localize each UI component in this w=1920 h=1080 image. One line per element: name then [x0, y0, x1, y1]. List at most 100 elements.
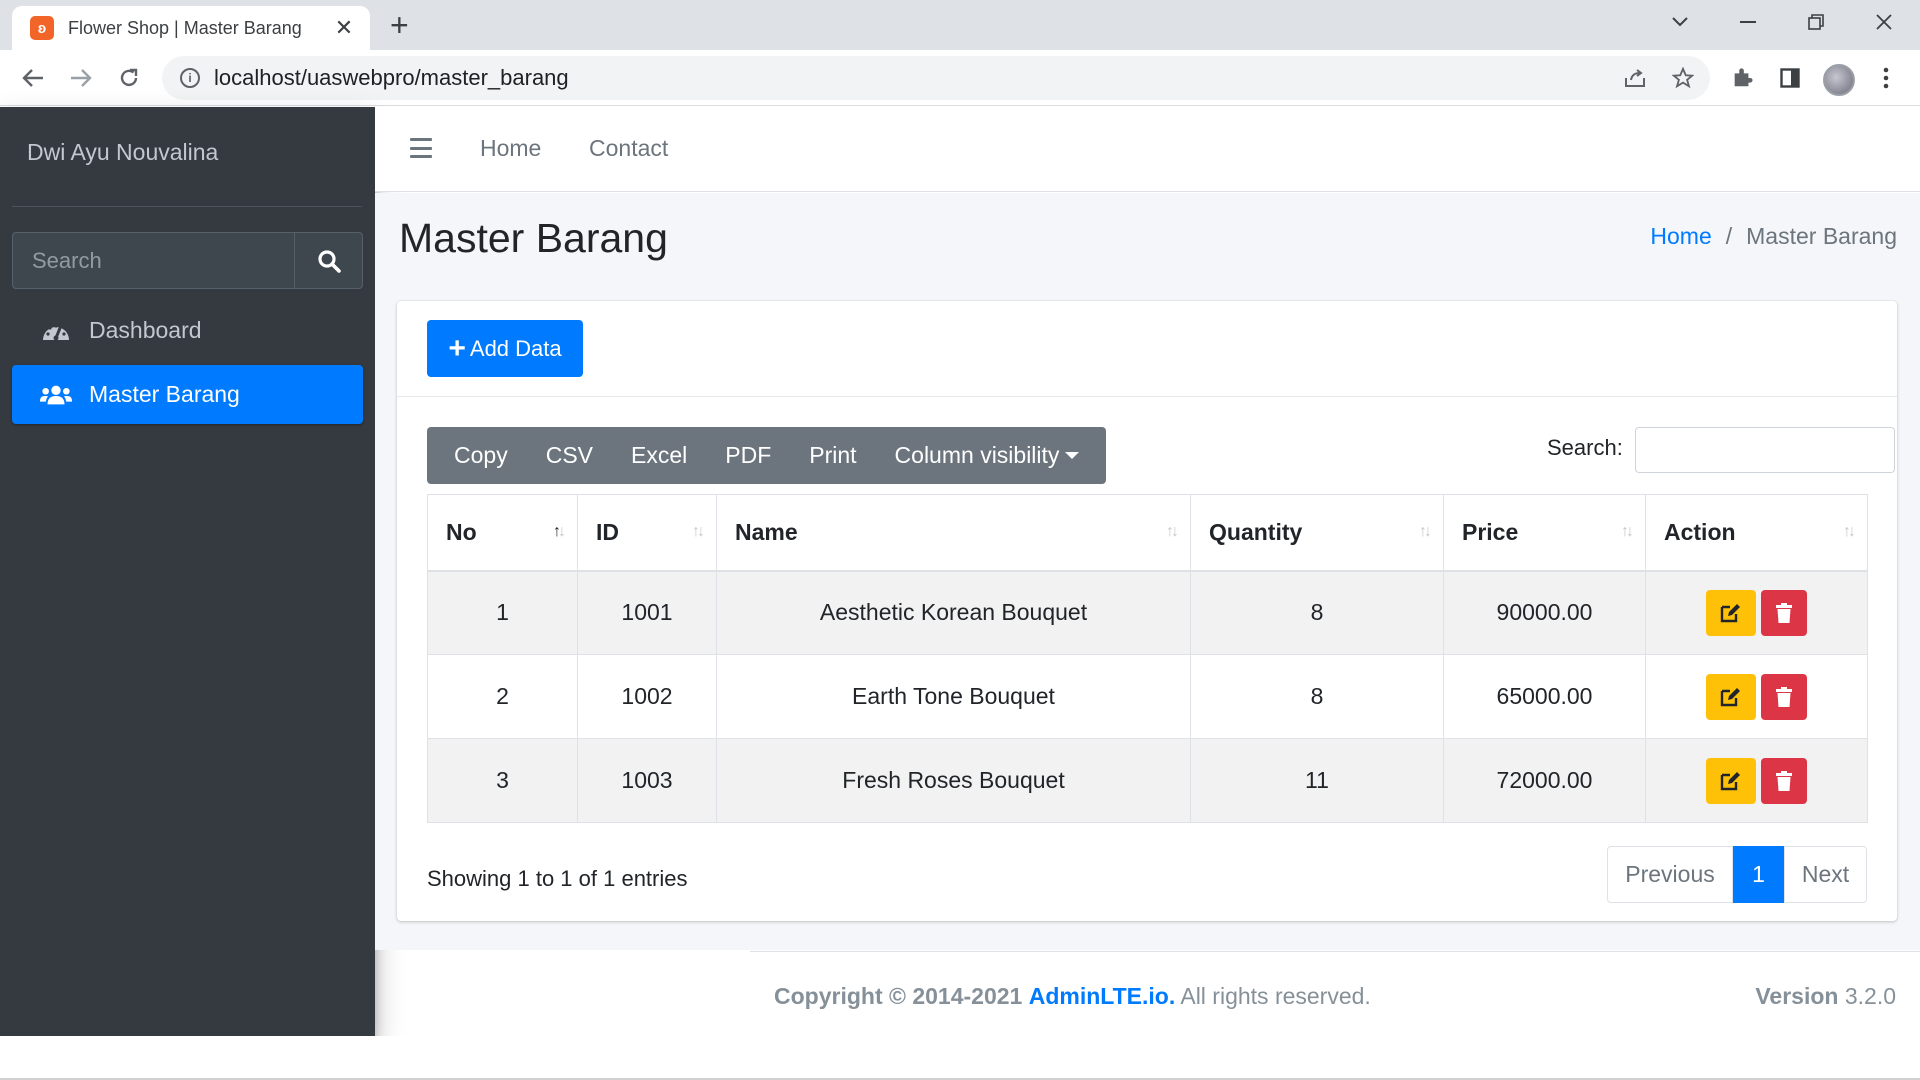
print-button[interactable]: Print [790, 427, 875, 484]
site-info-icon[interactable]: i [180, 68, 200, 88]
cell-id: 1001 [577, 570, 717, 655]
column-header-action[interactable]: Action ↑↓ [1645, 494, 1868, 572]
cell-name: Fresh Roses Bouquet [716, 738, 1191, 823]
add-data-label: Add Data [469, 335, 562, 361]
pagination: Previous 1 Next [1607, 846, 1867, 903]
cell-price: 72000.00 [1443, 738, 1646, 823]
forward-icon[interactable] [64, 61, 98, 95]
pdf-button[interactable]: PDF [706, 427, 790, 484]
sort-icon: ↑↓ [1621, 523, 1634, 540]
sidebar-search: Search [12, 232, 363, 289]
close-tab-icon[interactable]: ✕ [332, 15, 356, 41]
table-search-label: Search: [1547, 435, 1623, 460]
table-search-input[interactable] [1635, 427, 1895, 473]
breadcrumb: Home / Master Barang [1650, 223, 1897, 250]
page-title: Master Barang [399, 215, 668, 261]
tab-title: Flower Shop | Master Barang [68, 17, 302, 38]
adminlte-link[interactable]: AdminLTE.io. [1029, 983, 1176, 1009]
hamburger-menu-icon[interactable] [410, 138, 432, 158]
pagination-previous[interactable]: Previous [1607, 846, 1733, 903]
column-visibility-button[interactable]: Column visibility [876, 427, 1099, 484]
sidebar-brand[interactable]: Dwi Ayu Nouvalina [27, 139, 218, 166]
browser-tab-strip: ʚ Flower Shop | Master Barang ✕ + [0, 0, 1920, 50]
delete-button[interactable] [1761, 589, 1807, 636]
close-window-icon[interactable] [1850, 0, 1918, 44]
breadcrumb-home-link[interactable]: Home [1650, 223, 1711, 250]
delete-button[interactable] [1761, 757, 1807, 804]
cell-quantity: 11 [1190, 738, 1444, 823]
csv-button[interactable]: CSV [527, 427, 612, 484]
extensions-icon[interactable] [1724, 56, 1760, 100]
sidebar-item-label: Master Barang [89, 381, 240, 407]
menu-kebab-icon[interactable] [1868, 56, 1904, 100]
sidebar-item-master-barang[interactable]: Master Barang [12, 365, 363, 424]
table-row: 3 1003 Fresh Roses Bouquet 11 72000.00 [427, 738, 1868, 823]
column-header-quantity[interactable]: Quantity ↑↓ [1190, 494, 1444, 572]
address-bar[interactable]: i localhost/uaswebpro/master_barang [162, 56, 1710, 100]
reload-icon[interactable] [112, 61, 146, 95]
breadcrumb-separator: / [1725, 223, 1733, 249]
column-header-no[interactable]: No ↑↓ [427, 494, 578, 572]
excel-button[interactable]: Excel [612, 427, 706, 484]
trash-icon [1776, 602, 1792, 623]
cell-quantity: 8 [1190, 654, 1444, 739]
users-icon [40, 381, 72, 409]
browser-tab[interactable]: ʚ Flower Shop | Master Barang ✕ [12, 6, 370, 50]
cell-id: 1003 [577, 738, 717, 823]
cell-name: Aesthetic Korean Bouquet [716, 570, 1191, 655]
table-row: 2 1002 Earth Tone Bouquet 8 65000.00 [427, 654, 1868, 739]
sidebar-item-label: Dashboard [89, 317, 202, 343]
copy-button[interactable]: Copy [435, 427, 527, 484]
column-header-price[interactable]: Price ↑↓ [1443, 494, 1646, 572]
sidebar-divider [12, 206, 362, 207]
plus-icon: + [448, 331, 466, 365]
table-info: Showing 1 to 1 of 1 entries [427, 866, 688, 891]
new-tab-icon[interactable]: + [390, 9, 409, 41]
share-icon[interactable] [1617, 56, 1653, 100]
add-data-button[interactable]: + Add Data [427, 320, 583, 377]
browser-toolbar: i localhost/uaswebpro/master_barang [0, 50, 1920, 106]
tachometer-icon [40, 317, 72, 345]
tab-search-icon[interactable] [1646, 0, 1714, 44]
footer: Copyright © 2014-2021 AdminLTE.io. All r… [750, 951, 1920, 1036]
back-icon[interactable] [16, 61, 50, 95]
data-table: No ↑↓ ID ↑↓ Name ↑↓ Quantity ↑↓ Price ↑↓ Acti… [427, 494, 1868, 823]
bookmark-star-icon[interactable] [1665, 56, 1701, 100]
top-navbar: Home Contact [375, 107, 1920, 192]
sidebar-search-input[interactable]: Search [12, 232, 294, 289]
cell-action [1645, 570, 1868, 655]
nav-home-link[interactable]: Home [480, 135, 541, 162]
nav-contact-link[interactable]: Contact [589, 135, 668, 162]
sort-icon: ↑↓ [1166, 523, 1179, 540]
table-header-row: No ↑↓ ID ↑↓ Name ↑↓ Quantity ↑↓ Price ↑↓ Acti… [427, 494, 1868, 572]
sidebar-item-dashboard[interactable]: Dashboard [12, 301, 363, 360]
column-header-name[interactable]: Name ↑↓ [716, 494, 1191, 572]
trash-icon [1776, 686, 1792, 707]
search-icon[interactable] [294, 232, 363, 289]
edit-button[interactable] [1706, 673, 1756, 720]
edit-button[interactable] [1706, 757, 1756, 804]
footer-version: Version 3.2.0 [1755, 983, 1896, 1009]
sort-asc-icon: ↑↓ [553, 523, 566, 540]
sort-icon: ↑↓ [692, 523, 705, 540]
column-header-id[interactable]: ID ↑↓ [577, 494, 717, 572]
pagination-page-current[interactable]: 1 [1733, 846, 1784, 903]
side-panel-icon[interactable] [1772, 56, 1808, 100]
xampp-icon: ʚ [30, 16, 54, 40]
minimize-icon[interactable] [1714, 0, 1782, 44]
delete-button[interactable] [1761, 673, 1807, 720]
edit-button[interactable] [1706, 589, 1756, 636]
profile-avatar[interactable] [1823, 64, 1855, 96]
pagination-next[interactable]: Next [1784, 846, 1867, 903]
table-row: 1 1001 Aesthetic Korean Bouquet 8 90000.… [427, 570, 1868, 655]
cell-no: 1 [427, 570, 578, 655]
page-bottom [0, 1036, 1920, 1080]
data-card: + Add Data Copy CSV Excel PDF Print Colu… [397, 301, 1897, 921]
cell-quantity: 8 [1190, 570, 1444, 655]
sidebar: Dwi Ayu Nouvalina Search Dashboard Maste… [0, 107, 375, 1036]
sort-icon: ↑↓ [1843, 523, 1856, 540]
restore-icon[interactable] [1782, 0, 1850, 44]
sort-icon: ↑↓ [1419, 523, 1432, 540]
breadcrumb-current: Master Barang [1746, 223, 1897, 249]
url-text: localhost/uaswebpro/master_barang [214, 65, 569, 90]
